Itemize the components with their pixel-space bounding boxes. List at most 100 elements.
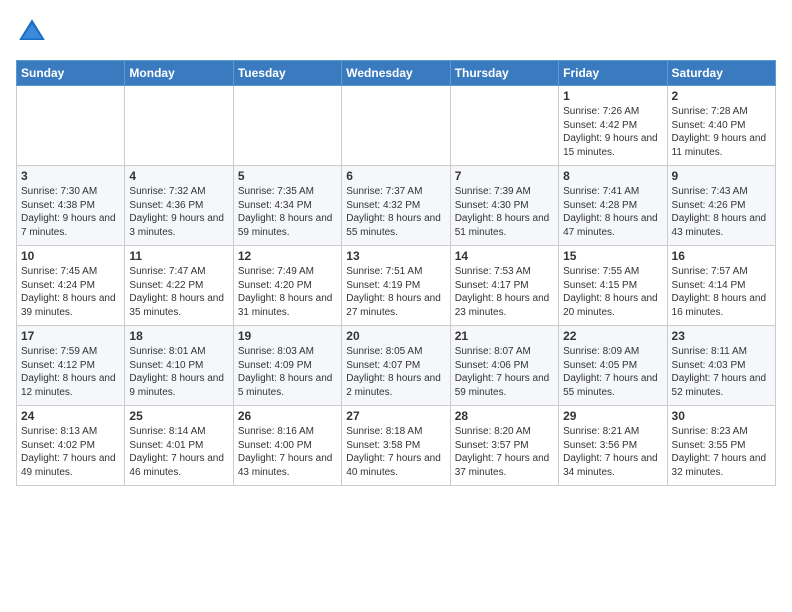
day-info: Sunrise: 8:03 AM Sunset: 4:09 PM Dayligh… bbox=[238, 345, 337, 399]
day-info: Sunrise: 7:49 AM Sunset: 4:20 PM Dayligh… bbox=[238, 265, 337, 319]
day-info: Sunrise: 8:18 AM Sunset: 3:58 PM Dayligh… bbox=[346, 425, 445, 479]
day-number: 9 bbox=[672, 169, 771, 183]
day-info: Sunrise: 7:43 AM Sunset: 4:26 PM Dayligh… bbox=[672, 185, 771, 239]
day-info: Sunrise: 7:26 AM Sunset: 4:42 PM Dayligh… bbox=[563, 105, 662, 159]
calendar-cell bbox=[125, 86, 233, 166]
day-number: 27 bbox=[346, 409, 445, 423]
day-info: Sunrise: 7:55 AM Sunset: 4:15 PM Dayligh… bbox=[563, 265, 662, 319]
day-info: Sunrise: 7:39 AM Sunset: 4:30 PM Dayligh… bbox=[455, 185, 554, 239]
day-of-week-header: Thursday bbox=[450, 61, 558, 86]
calendar-cell: 14 Sunrise: 7:53 AM Sunset: 4:17 PM Dayli… bbox=[450, 246, 558, 326]
calendar-cell: 16 Sunrise: 7:57 AM Sunset: 4:14 PM Dayli… bbox=[667, 246, 775, 326]
calendar-cell: 3Sunrise: 7:30 AM Sunset: 4:38 PM Daylig… bbox=[17, 166, 125, 246]
logo bbox=[16, 16, 52, 48]
day-of-week-header: Sunday bbox=[17, 61, 125, 86]
day-info: Sunrise: 7:37 AM Sunset: 4:32 PM Dayligh… bbox=[346, 185, 445, 239]
day-number: 5 bbox=[238, 169, 337, 183]
day-number: 16 bbox=[672, 249, 771, 263]
day-info: Sunrise: 7:57 AM Sunset: 4:14 PM Dayligh… bbox=[672, 265, 771, 319]
day-info: Sunrise: 8:16 AM Sunset: 4:00 PM Dayligh… bbox=[238, 425, 337, 479]
calendar-week-row: 3Sunrise: 7:30 AM Sunset: 4:38 PM Daylig… bbox=[17, 166, 776, 246]
calendar-week-row: 17 Sunrise: 7:59 AM Sunset: 4:12 PM Dayli… bbox=[17, 326, 776, 406]
day-info: Sunrise: 7:32 AM Sunset: 4:36 PM Dayligh… bbox=[129, 185, 228, 239]
calendar-week-row: 24 Sunrise: 8:13 AM Sunset: 4:02 PM Dayli… bbox=[17, 406, 776, 486]
calendar-cell: 30 Sunrise: 8:23 AM Sunset: 3:55 PM Dayli… bbox=[667, 406, 775, 486]
day-number: 2 bbox=[672, 89, 771, 103]
day-info: Sunrise: 8:14 AM Sunset: 4:01 PM Dayligh… bbox=[129, 425, 228, 479]
calendar-cell: 20 Sunrise: 8:05 AM Sunset: 4:07 PM Dayli… bbox=[342, 326, 450, 406]
day-info: Sunrise: 8:13 AM Sunset: 4:02 PM Dayligh… bbox=[21, 425, 120, 479]
day-info: Sunrise: 7:41 AM Sunset: 4:28 PM Dayligh… bbox=[563, 185, 662, 239]
day-info: Sunrise: 8:01 AM Sunset: 4:10 PM Dayligh… bbox=[129, 345, 228, 399]
day-info: Sunrise: 8:20 AM Sunset: 3:57 PM Dayligh… bbox=[455, 425, 554, 479]
calendar-cell: 13 Sunrise: 7:51 AM Sunset: 4:19 PM Dayli… bbox=[342, 246, 450, 326]
day-number: 7 bbox=[455, 169, 554, 183]
day-number: 30 bbox=[672, 409, 771, 423]
calendar-cell bbox=[342, 86, 450, 166]
day-number: 20 bbox=[346, 329, 445, 343]
day-info: Sunrise: 7:53 AM Sunset: 4:17 PM Dayligh… bbox=[455, 265, 554, 319]
day-info: Sunrise: 7:59 AM Sunset: 4:12 PM Dayligh… bbox=[21, 345, 120, 399]
calendar-cell: 12 Sunrise: 7:49 AM Sunset: 4:20 PM Dayli… bbox=[233, 246, 341, 326]
calendar-cell: 17 Sunrise: 7:59 AM Sunset: 4:12 PM Dayli… bbox=[17, 326, 125, 406]
day-number: 23 bbox=[672, 329, 771, 343]
calendar-week-row: 10 Sunrise: 7:45 AM Sunset: 4:24 PM Dayli… bbox=[17, 246, 776, 326]
day-number: 15 bbox=[563, 249, 662, 263]
day-number: 12 bbox=[238, 249, 337, 263]
day-number: 14 bbox=[455, 249, 554, 263]
day-number: 8 bbox=[563, 169, 662, 183]
day-number: 19 bbox=[238, 329, 337, 343]
calendar-cell: 6 Sunrise: 7:37 AM Sunset: 4:32 PM Daylig… bbox=[342, 166, 450, 246]
day-of-week-header: Tuesday bbox=[233, 61, 341, 86]
calendar-header-row: SundayMondayTuesdayWednesdayThursdayFrid… bbox=[17, 61, 776, 86]
day-info: Sunrise: 7:47 AM Sunset: 4:22 PM Dayligh… bbox=[129, 265, 228, 319]
calendar-cell: 21Sunrise: 8:07 AM Sunset: 4:06 PM Dayli… bbox=[450, 326, 558, 406]
day-number: 18 bbox=[129, 329, 228, 343]
day-info: Sunrise: 7:30 AM Sunset: 4:38 PM Dayligh… bbox=[21, 185, 120, 239]
day-number: 25 bbox=[129, 409, 228, 423]
day-info: Sunrise: 8:07 AM Sunset: 4:06 PM Dayligh… bbox=[455, 345, 554, 399]
calendar-cell: 28 Sunrise: 8:20 AM Sunset: 3:57 PM Dayli… bbox=[450, 406, 558, 486]
calendar-cell: 1 Sunrise: 7:26 AM Sunset: 4:42 PM Daylig… bbox=[559, 86, 667, 166]
day-number: 13 bbox=[346, 249, 445, 263]
calendar-cell: 15 Sunrise: 7:55 AM Sunset: 4:15 PM Dayli… bbox=[559, 246, 667, 326]
calendar-cell: 7 Sunrise: 7:39 AM Sunset: 4:30 PM Daylig… bbox=[450, 166, 558, 246]
calendar-cell: 23Sunrise: 8:11 AM Sunset: 4:03 PM Dayli… bbox=[667, 326, 775, 406]
day-info: Sunrise: 8:23 AM Sunset: 3:55 PM Dayligh… bbox=[672, 425, 771, 479]
day-number: 24 bbox=[21, 409, 120, 423]
day-number: 26 bbox=[238, 409, 337, 423]
calendar-cell: 2Sunrise: 7:28 AM Sunset: 4:40 PM Daylig… bbox=[667, 86, 775, 166]
calendar-cell: 29 Sunrise: 8:21 AM Sunset: 3:56 PM Dayli… bbox=[559, 406, 667, 486]
calendar-cell: 27 Sunrise: 8:18 AM Sunset: 3:58 PM Dayli… bbox=[342, 406, 450, 486]
calendar-cell bbox=[450, 86, 558, 166]
calendar-cell: 10 Sunrise: 7:45 AM Sunset: 4:24 PM Dayli… bbox=[17, 246, 125, 326]
calendar-cell: 9 Sunrise: 7:43 AM Sunset: 4:26 PM Daylig… bbox=[667, 166, 775, 246]
day-number: 29 bbox=[563, 409, 662, 423]
day-info: Sunrise: 8:05 AM Sunset: 4:07 PM Dayligh… bbox=[346, 345, 445, 399]
calendar-cell: 24 Sunrise: 8:13 AM Sunset: 4:02 PM Dayli… bbox=[17, 406, 125, 486]
page-header bbox=[16, 16, 776, 48]
day-info: Sunrise: 8:21 AM Sunset: 3:56 PM Dayligh… bbox=[563, 425, 662, 479]
calendar-cell bbox=[17, 86, 125, 166]
calendar-cell: 8 Sunrise: 7:41 AM Sunset: 4:28 PM Daylig… bbox=[559, 166, 667, 246]
logo-icon bbox=[16, 16, 48, 48]
day-number: 1 bbox=[563, 89, 662, 103]
calendar-body: 1 Sunrise: 7:26 AM Sunset: 4:42 PM Daylig… bbox=[17, 86, 776, 486]
day-info: Sunrise: 7:35 AM Sunset: 4:34 PM Dayligh… bbox=[238, 185, 337, 239]
calendar-week-row: 1 Sunrise: 7:26 AM Sunset: 4:42 PM Daylig… bbox=[17, 86, 776, 166]
day-info: Sunrise: 8:09 AM Sunset: 4:05 PM Dayligh… bbox=[563, 345, 662, 399]
day-number: 17 bbox=[21, 329, 120, 343]
day-number: 6 bbox=[346, 169, 445, 183]
day-number: 28 bbox=[455, 409, 554, 423]
day-number: 22 bbox=[563, 329, 662, 343]
day-number: 10 bbox=[21, 249, 120, 263]
calendar-cell: 26 Sunrise: 8:16 AM Sunset: 4:00 PM Dayli… bbox=[233, 406, 341, 486]
calendar-cell: 18 Sunrise: 8:01 AM Sunset: 4:10 PM Dayli… bbox=[125, 326, 233, 406]
calendar-cell: 22 Sunrise: 8:09 AM Sunset: 4:05 PM Dayli… bbox=[559, 326, 667, 406]
calendar-table: SundayMondayTuesdayWednesdayThursdayFrid… bbox=[16, 60, 776, 486]
calendar-cell: 5 Sunrise: 7:35 AM Sunset: 4:34 PM Daylig… bbox=[233, 166, 341, 246]
day-info: Sunrise: 7:45 AM Sunset: 4:24 PM Dayligh… bbox=[21, 265, 120, 319]
day-info: Sunrise: 7:51 AM Sunset: 4:19 PM Dayligh… bbox=[346, 265, 445, 319]
day-of-week-header: Wednesday bbox=[342, 61, 450, 86]
calendar-cell: 11Sunrise: 7:47 AM Sunset: 4:22 PM Dayli… bbox=[125, 246, 233, 326]
